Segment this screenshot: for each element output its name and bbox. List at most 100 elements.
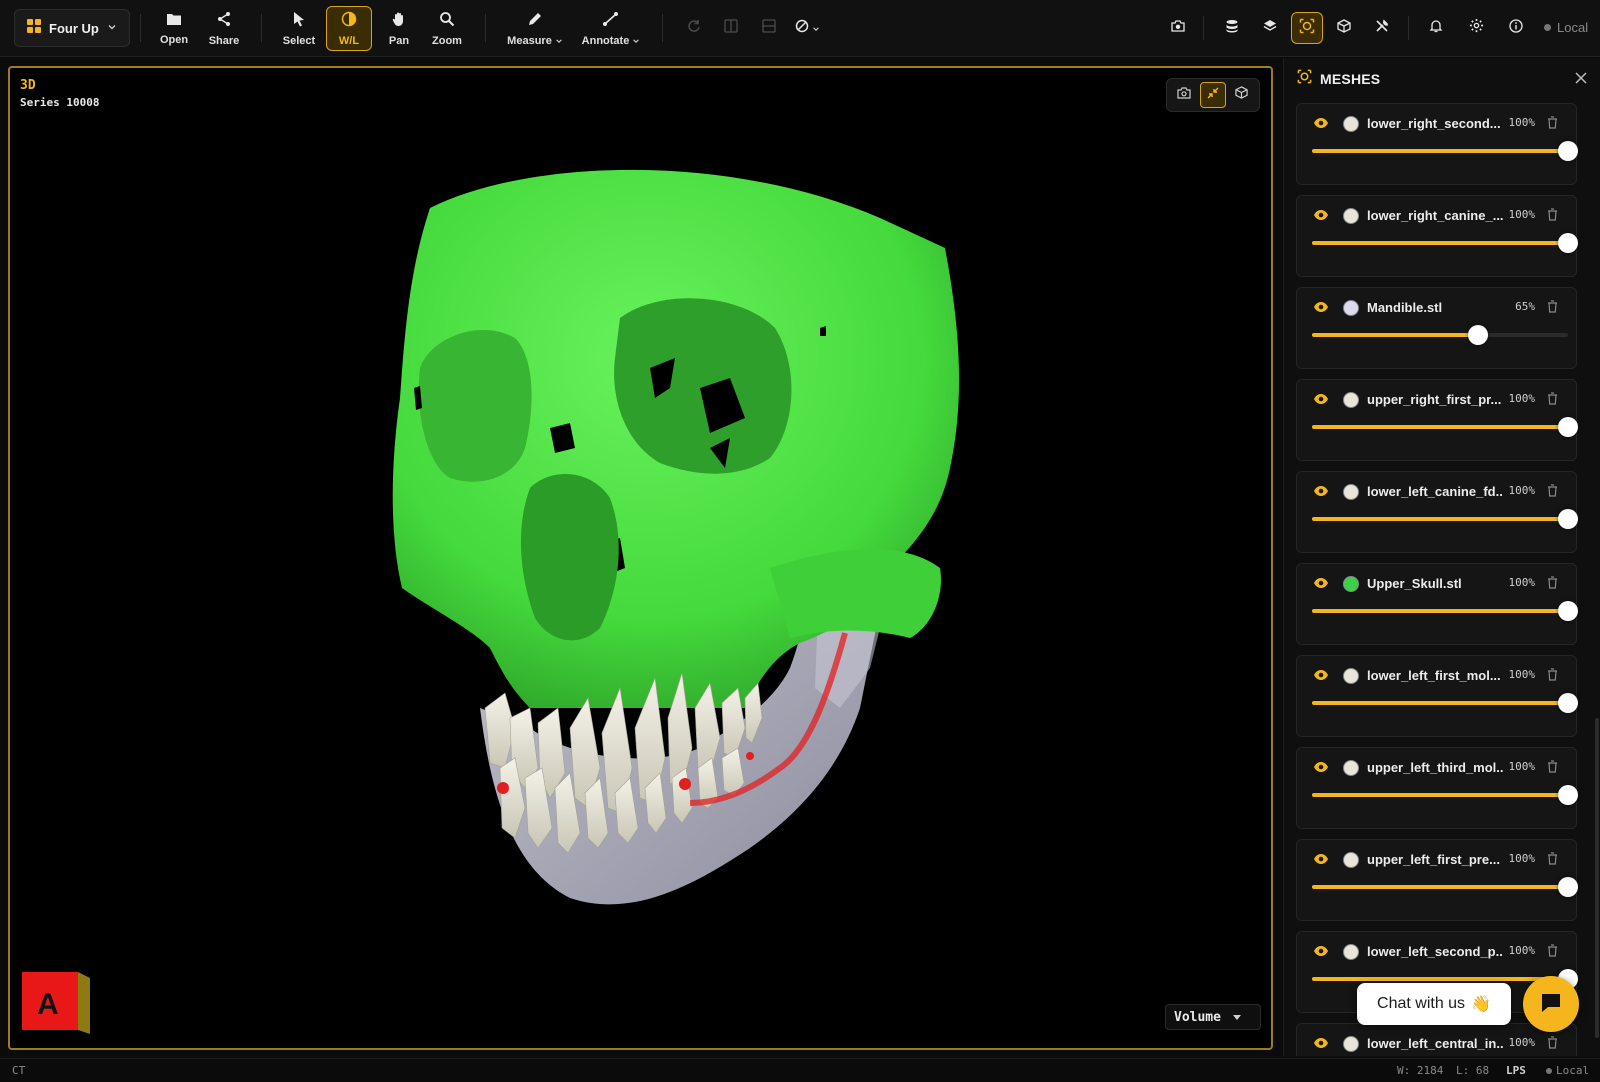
status-dot: [1544, 24, 1551, 31]
camera-icon: [1177, 86, 1191, 104]
skull-3d-render[interactable]: [10, 68, 1273, 1050]
mesh-color-swatch[interactable]: [1343, 392, 1359, 408]
slider-thumb[interactable]: [1558, 693, 1578, 713]
window-level-tool-button[interactable]: W/L: [326, 6, 372, 51]
mesh-opacity-slider[interactable]: [1312, 509, 1578, 529]
trash-icon[interactable]: [1547, 484, 1558, 502]
pan-tool-button[interactable]: Pan: [383, 6, 415, 51]
select-tool-button[interactable]: Select: [280, 6, 318, 51]
annotate-label: Annotate: [582, 35, 641, 47]
mesh-opacity-value: 100%: [1508, 576, 1536, 589]
trash-icon[interactable]: [1547, 852, 1558, 870]
tools-button[interactable]: [1366, 12, 1398, 44]
reset-view-button[interactable]: [682, 6, 706, 51]
mesh-opacity-slider[interactable]: [1312, 233, 1578, 253]
storage-label: Local: [1557, 20, 1589, 35]
eye-icon[interactable]: [1313, 944, 1329, 962]
eye-icon[interactable]: [1313, 1036, 1329, 1054]
mesh-opacity-slider[interactable]: [1312, 601, 1578, 621]
trash-icon[interactable]: [1547, 392, 1558, 410]
panel-scrollbar[interactable]: [1595, 718, 1599, 1038]
split-view-button[interactable]: [719, 6, 743, 51]
mesh-item: upper_right_first_pr... 100%: [1296, 379, 1578, 461]
mesh-color-swatch[interactable]: [1343, 116, 1359, 132]
slider-thumb[interactable]: [1558, 509, 1578, 529]
mesh-item: upper_left_first_pre... 100%: [1296, 839, 1578, 921]
mesh-item: Upper_Skull.stl 100%: [1296, 563, 1578, 645]
slider-thumb[interactable]: [1558, 877, 1578, 897]
eye-icon[interactable]: [1313, 668, 1329, 686]
share-button[interactable]: Share: [204, 6, 244, 51]
eye-icon[interactable]: [1313, 576, 1329, 594]
mesh-opacity-slider[interactable]: [1312, 693, 1578, 713]
storage-indicator: Local: [1544, 20, 1588, 35]
eye-icon[interactable]: [1313, 852, 1329, 870]
slider-thumb[interactable]: [1468, 325, 1488, 345]
trash-icon[interactable]: [1547, 760, 1558, 778]
slider-thumb[interactable]: [1558, 785, 1578, 805]
zoom-tool-button[interactable]: Zoom: [428, 6, 466, 51]
viewport-3d-button[interactable]: [1229, 82, 1255, 108]
mesh-color-swatch[interactable]: [1343, 668, 1359, 684]
viewport-collapse-button[interactable]: [1199, 82, 1226, 108]
trash-icon[interactable]: [1547, 1036, 1558, 1054]
mesh-color-swatch[interactable]: [1343, 944, 1359, 960]
mesh-opacity-slider[interactable]: [1312, 969, 1578, 989]
eye-icon[interactable]: [1313, 116, 1329, 134]
orientation-cube[interactable]: A: [22, 968, 94, 1039]
viewport-screenshot-button[interactable]: [1171, 82, 1197, 108]
mesh-color-swatch[interactable]: [1343, 760, 1359, 776]
3d-viewport[interactable]: 3D Series 10008 A Volume: [8, 66, 1273, 1050]
mesh-color-swatch[interactable]: [1343, 300, 1359, 316]
render-mode-select[interactable]: Volume: [1165, 1004, 1261, 1030]
mesh-opacity-slider[interactable]: [1312, 141, 1578, 161]
eye-icon[interactable]: [1313, 300, 1329, 318]
open-button[interactable]: Open: [156, 6, 192, 51]
trash-icon[interactable]: [1547, 944, 1558, 962]
chat-prompt-bubble[interactable]: Chat with us 👋: [1357, 983, 1511, 1025]
eye-icon[interactable]: [1313, 392, 1329, 410]
database-button[interactable]: [1216, 12, 1248, 44]
mesh-color-swatch[interactable]: [1343, 852, 1359, 868]
mesh-opacity-slider[interactable]: [1312, 325, 1568, 345]
meshes-panel-button[interactable]: [1291, 12, 1323, 44]
mesh-color-swatch[interactable]: [1343, 484, 1359, 500]
mesh-opacity-value: 100%: [1508, 944, 1536, 957]
eye-icon[interactable]: [1313, 208, 1329, 226]
storage-status-label: Local: [1556, 1064, 1590, 1077]
mesh-color-swatch[interactable]: [1343, 576, 1359, 592]
trash-icon[interactable]: [1547, 576, 1558, 594]
screenshot-button[interactable]: [1162, 12, 1194, 44]
annotate-tool-button[interactable]: Annotate: [580, 6, 642, 51]
mesh-name: upper_left_third_mol...: [1367, 760, 1503, 775]
mesh-opacity-slider[interactable]: [1312, 785, 1578, 805]
trash-icon[interactable]: [1547, 300, 1558, 318]
grid-view-button[interactable]: [757, 6, 781, 51]
measure-tool-button[interactable]: Measure: [506, 6, 564, 51]
mesh-opacity-slider[interactable]: [1312, 877, 1578, 897]
chat-launcher-button[interactable]: [1523, 976, 1579, 1032]
info-button[interactable]: [1500, 12, 1532, 44]
layers-button[interactable]: [1254, 12, 1286, 44]
collapse-icon: [1207, 86, 1219, 104]
layout-selector-button[interactable]: Four Up: [14, 9, 130, 47]
mesh-opacity-slider[interactable]: [1312, 417, 1578, 437]
eye-icon[interactable]: [1313, 760, 1329, 778]
trash-icon[interactable]: [1547, 668, 1558, 686]
database-icon: [1225, 19, 1239, 38]
more-tools-dropdown[interactable]: [791, 6, 823, 51]
trash-icon[interactable]: [1547, 116, 1558, 134]
slider-thumb[interactable]: [1558, 141, 1578, 161]
notifications-button[interactable]: [1420, 12, 1452, 44]
mesh-color-swatch[interactable]: [1343, 1036, 1359, 1052]
slider-thumb[interactable]: [1558, 233, 1578, 253]
mesh-color-swatch[interactable]: [1343, 208, 1359, 224]
close-icon[interactable]: [1575, 71, 1587, 89]
slider-thumb[interactable]: [1558, 601, 1578, 621]
slider-thumb[interactable]: [1558, 417, 1578, 437]
settings-button[interactable]: [1460, 12, 1492, 44]
trash-icon[interactable]: [1547, 208, 1558, 226]
eye-icon[interactable]: [1313, 484, 1329, 502]
3d-model-button[interactable]: [1328, 12, 1360, 44]
wave-emoji: 👋: [1471, 996, 1491, 1013]
